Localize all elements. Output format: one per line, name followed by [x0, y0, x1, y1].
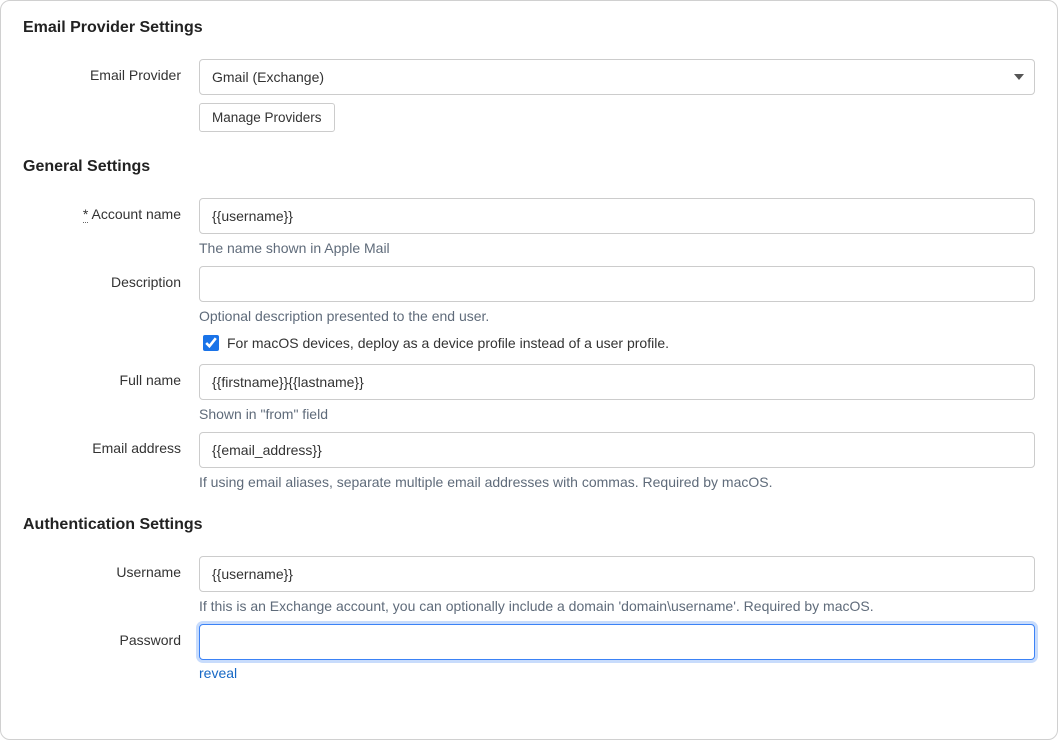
macos-device-profile-checkbox-label: For macOS devices, deploy as a device pr… [227, 335, 669, 351]
account-name-label-text: Account name [92, 206, 182, 222]
username-label: Username [23, 556, 199, 580]
macos-device-profile-checkbox-row[interactable]: For macOS devices, deploy as a device pr… [199, 332, 1035, 354]
description-row: Description Optional description present… [23, 266, 1035, 354]
full-name-input[interactable] [199, 364, 1035, 400]
email-provider-row: Email Provider Gmail (Exchange) Manage P… [23, 59, 1035, 132]
full-name-label: Full name [23, 364, 199, 388]
account-name-help: The name shown in Apple Mail [199, 240, 1035, 256]
description-help: Optional description presented to the en… [199, 308, 1035, 324]
email-address-label: Email address [23, 432, 199, 456]
email-provider-label: Email Provider [23, 59, 199, 83]
section-general-heading: General Settings [23, 158, 1035, 176]
email-address-row: Email address If using email aliases, se… [23, 432, 1035, 490]
password-input[interactable] [199, 624, 1035, 660]
full-name-row: Full name Shown in "from" field [23, 364, 1035, 422]
section-email-provider-heading: Email Provider Settings [23, 19, 1035, 37]
settings-panel: Email Provider Settings Email Provider G… [0, 0, 1058, 740]
description-input[interactable] [199, 266, 1035, 302]
password-label: Password [23, 624, 199, 648]
username-row: Username If this is an Exchange account,… [23, 556, 1035, 614]
password-row: Password reveal [23, 624, 1035, 681]
username-help: If this is an Exchange account, you can … [199, 598, 1035, 614]
description-label: Description [23, 266, 199, 290]
username-input[interactable] [199, 556, 1035, 592]
macos-device-profile-checkbox[interactable] [203, 335, 219, 351]
required-indicator: * [83, 206, 88, 223]
account-name-input[interactable] [199, 198, 1035, 234]
reveal-password-link[interactable]: reveal [199, 665, 237, 681]
email-address-input[interactable] [199, 432, 1035, 468]
email-provider-select[interactable]: Gmail (Exchange) [199, 59, 1035, 95]
full-name-help: Shown in "from" field [199, 406, 1035, 422]
account-name-label: * Account name [23, 198, 199, 222]
email-address-help: If using email aliases, separate multipl… [199, 474, 1035, 490]
manage-providers-button[interactable]: Manage Providers [199, 103, 335, 132]
section-auth-heading: Authentication Settings [23, 516, 1035, 534]
account-name-row: * Account name The name shown in Apple M… [23, 198, 1035, 256]
